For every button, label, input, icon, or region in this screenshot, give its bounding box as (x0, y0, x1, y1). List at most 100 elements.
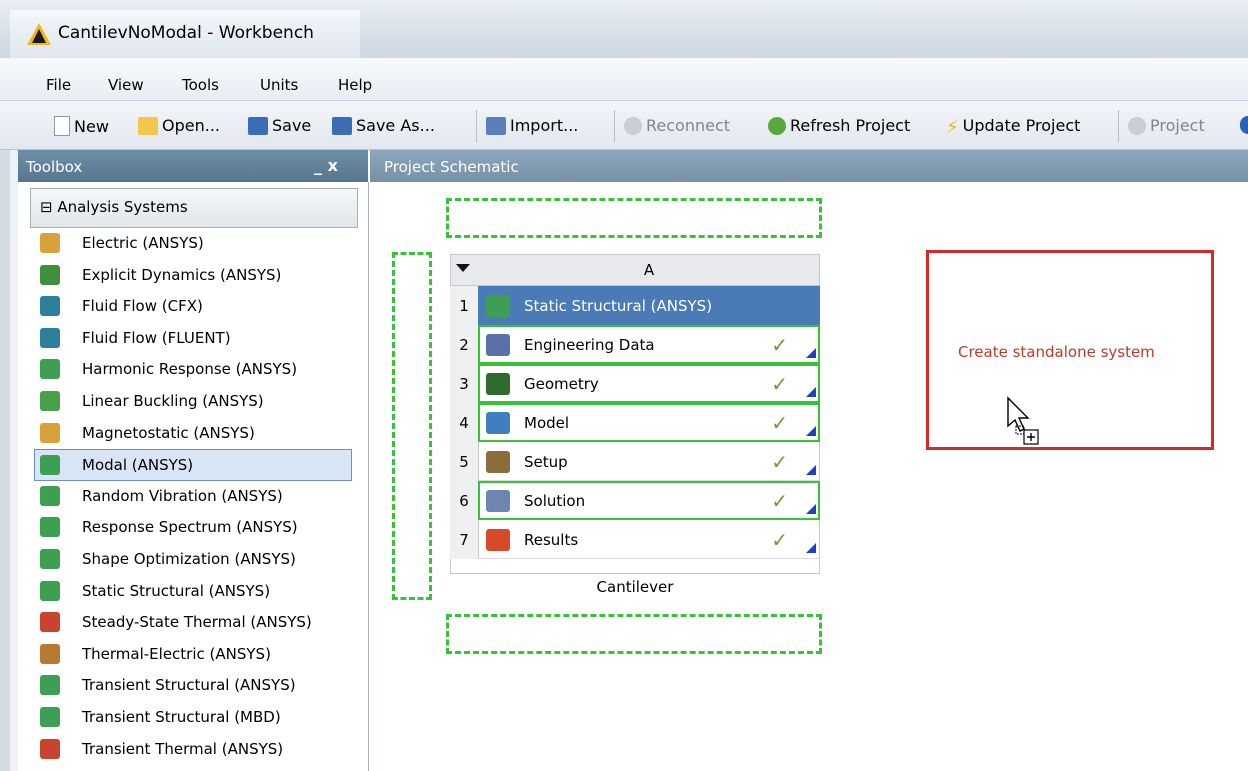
row-cell[interactable]: Results ✓ (478, 520, 820, 559)
transient-thermal-icon (40, 738, 60, 759)
system-row[interactable]: 4 Model ✓ (450, 403, 820, 442)
menu-tools[interactable]: Tools (182, 76, 219, 94)
new-button[interactable]: New (54, 116, 109, 136)
window-edge-inner (10, 150, 18, 771)
toolbox-item[interactable]: Electric (ANSYS) (40, 228, 356, 258)
row-cell[interactable]: Static Structural (ANSYS) (478, 286, 820, 325)
row-number: 1 (450, 286, 479, 325)
toolbox-item-label: Shape Optimization (ANSYS) (82, 550, 296, 568)
toolbox-item[interactable]: Transient Structural (MBD) (40, 702, 356, 732)
row-number: 5 (450, 442, 479, 481)
row-corner-icon (806, 543, 816, 553)
static-structural-icon (486, 294, 510, 317)
status-check-icon: ✓ (771, 489, 788, 513)
toolbox-item[interactable]: Fluid Flow (CFX) (40, 291, 356, 321)
project-button[interactable]: Project (1128, 116, 1205, 135)
toolbox-item[interactable]: Static Structural (ANSYS) (40, 576, 356, 606)
cfx-icon (40, 296, 60, 317)
row-label: Solution (524, 491, 586, 510)
back-arrow-icon (1128, 116, 1146, 135)
row-number: 2 (450, 325, 479, 364)
static-structural-icon (40, 580, 60, 601)
geometry-icon (486, 372, 510, 395)
row-label: Setup (524, 452, 568, 471)
window-edge (0, 150, 10, 771)
menu-file[interactable]: File (46, 76, 71, 94)
save-button[interactable]: Save (248, 116, 311, 135)
toolbox-item[interactable]: Fluid Flow (FLUENT) (40, 323, 356, 353)
toolbox-item[interactable]: Shape Optimization (ANSYS) (40, 544, 356, 574)
system-row[interactable]: 2 Engineering Data ✓ (450, 325, 820, 364)
menu-units[interactable]: Units (260, 76, 298, 94)
toolbox-item-label: Response Spectrum (ANSYS) (82, 518, 298, 537)
row-cell[interactable]: Geometry ✓ (478, 364, 820, 403)
toolbox-item[interactable]: Transient Thermal (ANSYS) (40, 734, 356, 764)
column-label: A (643, 261, 655, 279)
toolbox-item-label: Linear Buckling (ANSYS) (82, 392, 264, 410)
toolbox-item-label: Fluid Flow (FLUENT) (82, 328, 231, 347)
refresh-project-button[interactable]: Refresh Project (768, 116, 910, 135)
update-project-button[interactable]: ⚡ Update Project (946, 116, 1080, 138)
row-label: Model (524, 413, 570, 432)
system-name[interactable]: Cantilever (450, 578, 820, 596)
drop-zone-left[interactable] (392, 252, 432, 600)
toolbox-item[interactable]: Thermal-Electric (ANSYS) (40, 639, 356, 669)
system-row[interactable]: 7 Results ✓ (450, 520, 820, 559)
project-schematic-title: Project Schematic (384, 158, 519, 176)
row-cell[interactable]: Engineering Data ✓ (478, 325, 820, 364)
row-cell[interactable]: Setup ✓ (478, 442, 820, 481)
toolbox-item-label: Random Vibration (ANSYS) (82, 486, 283, 505)
refresh-icon (768, 116, 786, 135)
save-as-button[interactable]: Save As... (332, 116, 435, 135)
toolbox-item[interactable]: Linear Buckling (ANSYS) (40, 386, 356, 416)
open-button[interactable]: Open... (138, 116, 220, 135)
system-row[interactable]: 6 Solution ✓ (450, 481, 820, 520)
toolbox-item[interactable]: Steady-State Thermal (ANSYS) (40, 607, 356, 637)
drop-zone-bottom[interactable] (446, 614, 822, 654)
toolbox-title: Toolbox (26, 158, 83, 176)
status-check-icon: ✓ (771, 333, 788, 357)
menu-help[interactable]: Help (338, 76, 372, 94)
row-number: 6 (450, 481, 479, 520)
drop-zone-top[interactable] (446, 198, 822, 238)
toolbox-item-label: Thermal-Electric (ANSYS) (82, 644, 271, 663)
row-number: 3 (450, 364, 479, 403)
toolbox-item-label: Steady-State Thermal (ANSYS) (82, 613, 312, 632)
toolbox-item-label: Transient Structural (ANSYS) (82, 676, 296, 695)
system-row[interactable]: 5 Setup ✓ (450, 442, 820, 481)
toolbox-item[interactable]: Harmonic Response (ANSYS) (40, 354, 356, 384)
model-icon (486, 411, 510, 434)
row-corner-icon (806, 387, 816, 397)
toolbox-item-label: Electric (ANSYS) (82, 234, 204, 252)
system-row[interactable]: 3 Geometry ✓ (450, 364, 820, 403)
toolbox-item[interactable]: Random Vibration (ANSYS) (40, 481, 356, 511)
thermal-electric-icon (40, 643, 60, 664)
toolbar-separator (614, 110, 615, 142)
row-cell[interactable]: Model ✓ (478, 403, 820, 442)
toolbox-controls[interactable]: _ x (314, 156, 338, 175)
toolbox-item[interactable]: Explicit Dynamics (ANSYS) (40, 260, 356, 290)
engineering-data-icon (486, 333, 510, 356)
toolbox-item[interactable]: Response Spectrum (ANSYS) (40, 512, 356, 542)
help-icon[interactable] (1240, 116, 1248, 134)
save-icon (248, 116, 268, 135)
toolbox-item[interactable]: Modal (ANSYS) (34, 449, 352, 482)
system-row[interactable]: 1 Static Structural (ANSYS) (450, 286, 820, 325)
toolbox-item[interactable]: Magnetostatic (ANSYS) (40, 418, 356, 448)
status-check-icon: ✓ (771, 411, 788, 435)
toolbox-item-label: Harmonic Response (ANSYS) (82, 360, 298, 379)
reconnect-button[interactable]: Reconnect (624, 116, 730, 135)
system-menu-arrow-icon[interactable] (456, 264, 470, 272)
thermal-icon (40, 612, 60, 633)
import-button[interactable]: Import... (486, 116, 578, 135)
toolbox-item-label: Explicit Dynamics (ANSYS) (82, 265, 282, 284)
menu-view[interactable]: View (108, 76, 144, 94)
toolbar-separator (476, 110, 477, 142)
row-cell[interactable]: Solution ✓ (478, 481, 820, 520)
modal-icon (40, 455, 60, 476)
toolbox-item[interactable]: Transient Structural (ANSYS) (40, 670, 356, 700)
import-icon (486, 116, 506, 135)
harmonic-icon (40, 359, 60, 380)
row-label: Static Structural (ANSYS) (524, 296, 713, 315)
standalone-drop-text: Create standalone system (958, 343, 1155, 361)
